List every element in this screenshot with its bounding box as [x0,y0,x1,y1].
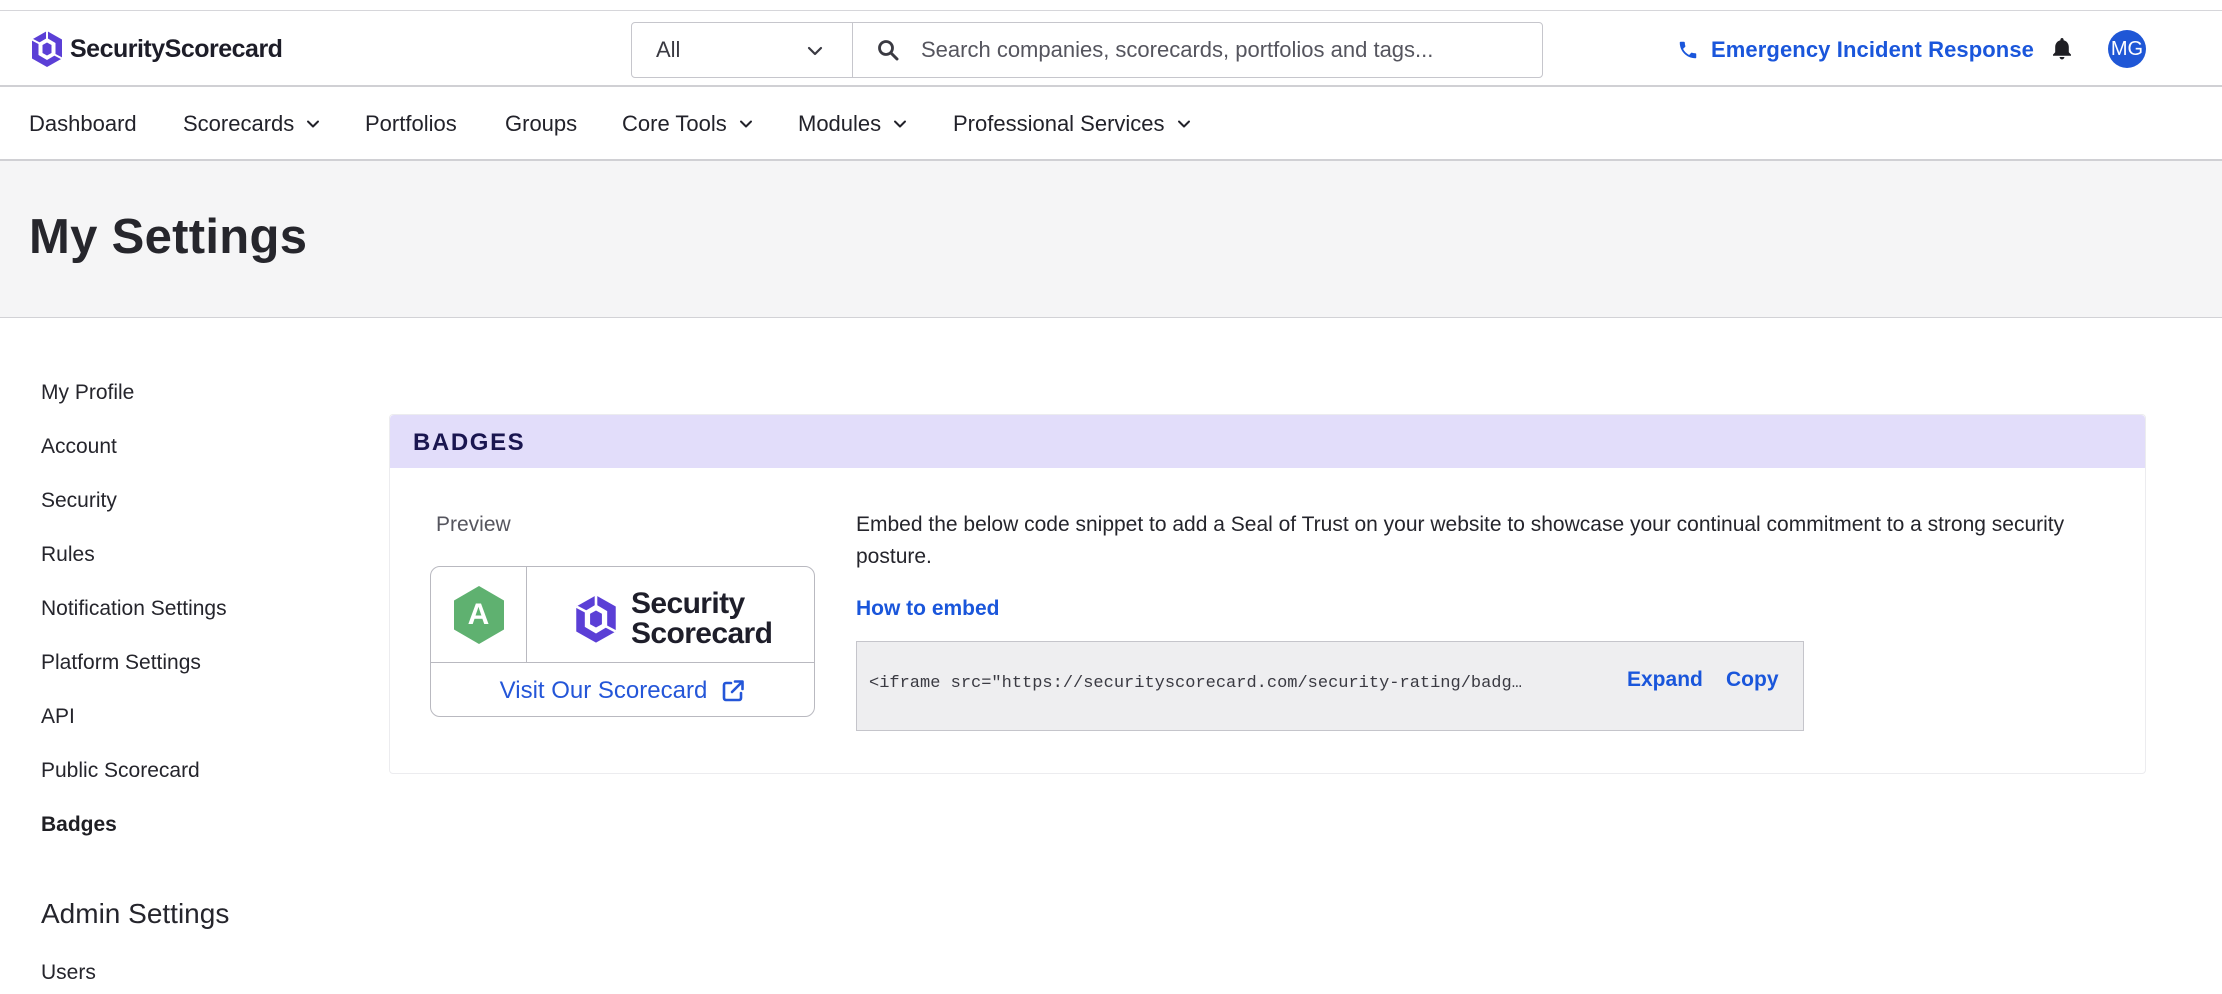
page-header: My Settings [0,161,2222,318]
badge-brand-line1: Security [631,587,745,620]
emergency-incident-response-label: Emergency Incident Response [1711,37,2035,62]
nav-core-tools-label: Core Tools [622,111,727,136]
chevron-down-icon [807,46,823,56]
sidebar-item-public-scorecard[interactable]: Public Scorecard [41,759,200,783]
nav-portfolios[interactable]: Portfolios [365,111,457,137]
badge-preview-top: A Security Scorecard [431,567,814,663]
badge-preview: A Security Scorecard Visit Our Scorecard [430,566,815,717]
how-to-embed-link[interactable]: How to embed [856,597,1000,621]
search-scope-select[interactable]: All [632,23,853,77]
search-group: All [631,22,1543,78]
search-scope-value: All [656,37,681,62]
sidebar-item-api[interactable]: API [41,705,75,729]
nav-scorecards[interactable]: Scorecards [183,111,320,137]
securityscorecard-logo-icon [31,31,63,67]
copy-button[interactable]: Copy [1726,668,1779,692]
nav-modules[interactable]: Modules [798,111,907,137]
sidebar-item-security[interactable]: Security [41,489,117,513]
admin-settings-heading: Admin Settings [41,898,230,929]
grade-letter: A [467,598,490,631]
badges-panel: BADGES Preview A Security Scorecard Visi… [389,414,2146,774]
chevron-down-icon [1177,120,1190,128]
external-link-icon [723,679,745,701]
user-avatar[interactable]: MG [2108,30,2146,68]
phone-icon [1679,41,1697,59]
nav-modules-label: Modules [798,111,882,136]
sidebar-item-users[interactable]: Users [41,961,96,985]
securityscorecard-logo-icon [575,595,617,643]
sidebar-item-my-profile[interactable]: My Profile [41,381,134,405]
app-logo[interactable]: SecurityScorecard [30,29,283,69]
embed-description: Embed the below code snippet to add a Se… [856,513,2065,568]
badges-panel-header: BADGES [390,415,2145,468]
emergency-incident-response-link[interactable]: Emergency Incident Response [1677,32,2034,68]
search-icon [878,40,899,61]
embed-code-snippet[interactable]: <iframe src="https://securityscorecard.c… [869,674,1569,693]
nav-groups[interactable]: Groups [505,111,577,137]
app-name: SecurityScorecard [70,34,283,63]
badge-brand-name: Security Scorecard [631,587,773,650]
badge-brand-logo: Security Scorecard [573,587,773,650]
badge-brand-line2: Scorecard [631,617,773,650]
nav-groups-label: Groups [505,111,578,136]
grade-hexagon: A [451,584,507,646]
sidebar-item-notification-settings[interactable]: Notification Settings [41,597,227,621]
nav-dashboard[interactable]: Dashboard [29,111,137,137]
avatar-initials: MG [2110,37,2144,60]
expand-button[interactable]: Expand [1627,668,1703,692]
main-nav: Dashboard Scorecards Portfolios Groups C… [0,87,2222,161]
search-input[interactable] [921,37,1541,63]
preview-label: Preview [436,513,511,536]
badge-grade: A [431,567,527,663]
sidebar-item-badges[interactable]: Badges [41,813,117,837]
nav-professional-services[interactable]: Professional Services [953,111,1191,137]
embed-code-box: <iframe src="https://securityscorecard.c… [856,641,1804,731]
nav-dashboard-label: Dashboard [29,111,137,136]
chevron-down-icon [894,120,907,128]
badges-panel-title: BADGES [413,429,526,456]
nav-scorecards-label: Scorecards [183,111,295,136]
nav-portfolios-label: Portfolios [365,111,457,136]
search-box [853,23,1542,77]
notifications-bell-icon[interactable] [2050,36,2074,62]
sidebar-item-rules[interactable]: Rules [41,543,95,567]
chevron-down-icon [307,120,320,128]
visit-our-scorecard-label: Visit Our Scorecard [499,676,708,704]
chevron-down-icon [739,120,752,128]
sidebar-item-account[interactable]: Account [41,435,117,459]
nav-professional-services-label: Professional Services [953,111,1165,136]
top-border [0,0,2222,11]
page-title: My Settings [29,210,308,264]
visit-our-scorecard-link[interactable]: Visit Our Scorecard [431,663,814,716]
nav-core-tools[interactable]: Core Tools [622,111,753,137]
sidebar-item-platform-settings[interactable]: Platform Settings [41,651,201,675]
top-header: SecurityScorecard All Emergency Incident… [0,12,2222,87]
